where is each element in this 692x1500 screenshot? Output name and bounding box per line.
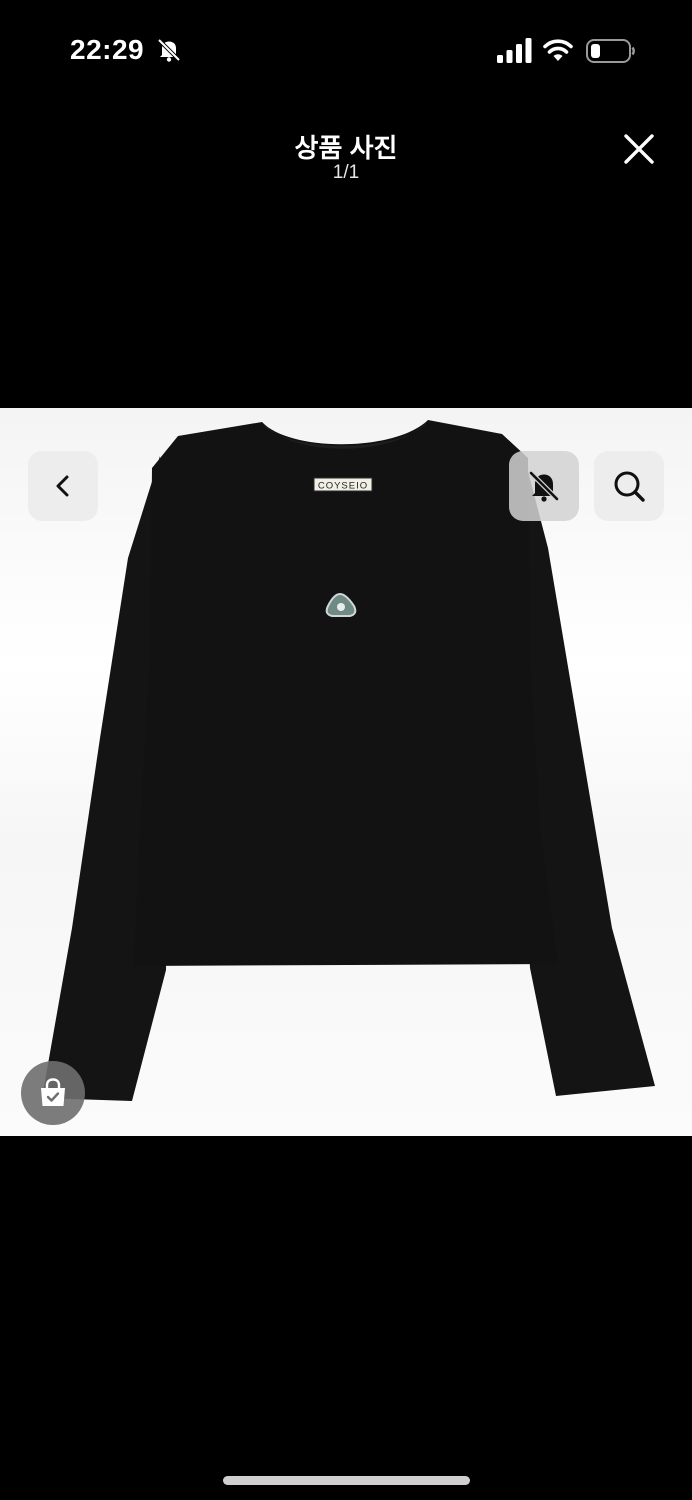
back-button[interactable] xyxy=(28,451,98,521)
product-photo[interactable]: COYSEIO xyxy=(0,408,692,1136)
status-bar: 22:29 xyxy=(0,0,692,100)
bell-slash-icon xyxy=(157,38,181,62)
image-counter: 1/1 xyxy=(332,162,360,183)
right-sleeve xyxy=(520,456,655,1096)
battery-icon xyxy=(586,39,635,63)
status-time: 22:29 xyxy=(70,34,145,65)
shopping-bag-check-icon xyxy=(41,1078,65,1106)
cellular-signal-icon xyxy=(497,38,532,63)
wifi-icon xyxy=(543,39,573,61)
home-indicator[interactable] xyxy=(223,1476,470,1485)
viewer-title: 상품 사진 xyxy=(294,133,398,163)
close-icon[interactable] xyxy=(618,128,660,170)
search-button[interactable] xyxy=(594,451,664,521)
bell-slash-icon xyxy=(529,471,559,502)
shirt-body xyxy=(134,420,558,966)
brand-label-text: COYSEIO xyxy=(318,481,368,492)
chevron-left-icon xyxy=(56,475,69,497)
cart-button[interactable] xyxy=(21,1061,85,1125)
long-sleeve-tshirt-image: COYSEIO xyxy=(42,420,655,1101)
search-icon xyxy=(614,471,645,502)
alarm-button[interactable] xyxy=(509,451,579,521)
viewer-header: 상품 사진 1/1 xyxy=(0,110,692,200)
